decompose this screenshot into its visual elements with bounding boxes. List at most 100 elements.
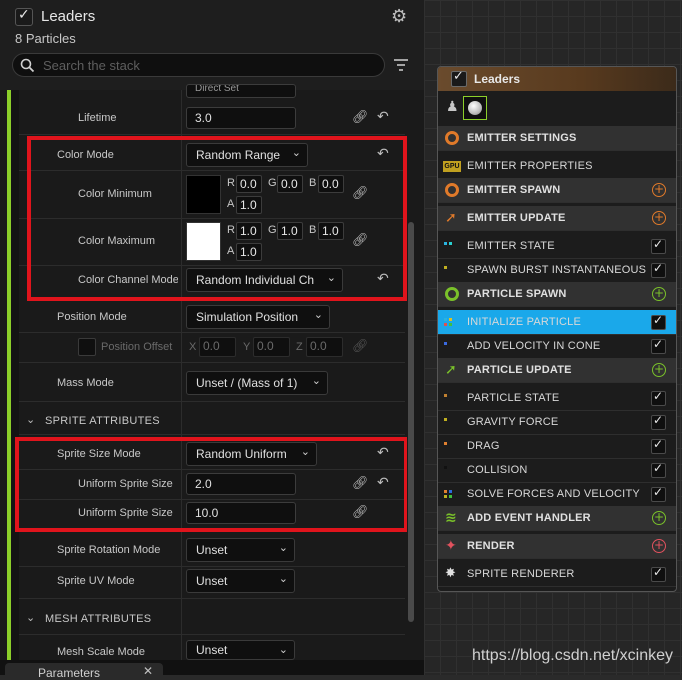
module-dots-icon [444, 442, 454, 450]
emitter-details-panel: Leaders 8 Particles ⚙ Search the stack D… [0, 0, 424, 680]
stack-item[interactable]: PARTICLE STATE [438, 386, 676, 410]
module-enabled-checkbox[interactable] [651, 485, 666, 502]
module-dots-icon [444, 466, 454, 474]
module-dots-icon [444, 394, 454, 402]
sprite-uv-mode-dropdown[interactable]: Unset ⌄ [186, 569, 295, 593]
gear-icon[interactable]: ⚙ [391, 6, 407, 27]
chevron-down-icon: ⌄ [278, 572, 288, 585]
module-enabled-checkbox[interactable] [651, 313, 666, 330]
sprite-rotation-mode-dropdown[interactable]: Unset ⌄ [186, 538, 295, 562]
module-enabled-checkbox[interactable] [651, 565, 666, 582]
stack-item[interactable]: SPAWN BURST INSTANTANEOUS [438, 258, 676, 282]
stack-item[interactable]: INITIALIZE PARTICLE [438, 310, 676, 334]
module-dots-icon [444, 342, 454, 350]
lifetime-value: 3.0 [195, 111, 212, 125]
module-enabled-checkbox[interactable] [651, 337, 666, 354]
node-enabled-checkbox[interactable]: ✓ [451, 69, 467, 87]
parameters-tab[interactable]: Parameters ✕ [5, 663, 163, 680]
add-module-icon[interactable]: + [652, 511, 666, 525]
emitter-properties-icon[interactable]: ♟ [446, 99, 459, 115]
lifetime-label: Lifetime [78, 112, 117, 124]
link-icon[interactable]: 🔗︎ [352, 339, 369, 354]
stack-section[interactable]: ≋ + ADD EVENT HANDLER [438, 506, 676, 530]
add-module-icon[interactable]: + [652, 183, 666, 197]
clipped-combo[interactable]: Direct Set [186, 84, 296, 98]
stack-row-divider [438, 530, 676, 531]
module-enabled-checkbox[interactable] [651, 237, 666, 254]
highlight-box-sprite [15, 437, 408, 532]
preview-thumbnail[interactable] [463, 96, 487, 120]
stack-item[interactable]: ADD VELOCITY IN CONE [438, 334, 676, 358]
emitter-node[interactable]: ✓ Leaders ♟ EMITTER SETTINGS GPU EMITTER P… [437, 66, 677, 592]
reset-icon[interactable]: ↶ [377, 109, 389, 125]
stack-section[interactable]: ➚ + EMITTER UPDATE [438, 206, 676, 230]
add-module-icon[interactable]: + [652, 287, 666, 301]
position-offset-y-value: 0.0 [257, 339, 274, 353]
stack-item[interactable]: GRAVITY FORCE [438, 410, 676, 434]
axis-x-label: X [189, 341, 197, 353]
stack-item[interactable]: DRAG [438, 434, 676, 458]
stack-item[interactable]: COLLISION [438, 458, 676, 482]
clipped-combo-value: Direct Set [195, 84, 239, 94]
mass-mode-value: Unset / (Mass of 1) [196, 376, 298, 390]
sprite-uv-mode-value: Unset [196, 574, 228, 588]
module-enabled-checkbox[interactable] [651, 389, 666, 406]
mesh-scale-mode-value: Unset [196, 643, 228, 657]
link-icon[interactable]: 🔗︎ [352, 110, 369, 125]
row-separator [19, 434, 405, 435]
panel-header: Leaders 8 Particles ⚙ Search the stack [0, 0, 424, 90]
module-enabled-checkbox[interactable] [651, 261, 666, 278]
stack-item[interactable]: EMITTER STATE [438, 234, 676, 258]
stack-row-label: ADD EVENT HANDLER [467, 512, 591, 524]
section-icon [445, 131, 459, 145]
module-enabled-checkbox[interactable] [651, 461, 666, 478]
chevron-down-icon[interactable]: ⌄ [26, 413, 35, 426]
stack-section[interactable]: + EMITTER SPAWN [438, 178, 676, 202]
stack-row-label: RENDER [467, 540, 515, 552]
sprite-icon: ✸ [445, 566, 456, 581]
gpu-icon: GPU [443, 161, 461, 172]
row-separator [19, 362, 405, 363]
filter-icon[interactable] [393, 58, 409, 72]
module-enabled-checkbox[interactable] [651, 413, 666, 430]
stack-item[interactable]: ✸ SPRITE RENDERER [438, 562, 676, 586]
parameters-tab-label: Parameters [38, 666, 101, 680]
stack-section[interactable]: ✦ + RENDER [438, 534, 676, 558]
position-offset-y-input[interactable]: 0.0 [253, 337, 290, 357]
row-separator [19, 134, 405, 135]
emitter-node-header[interactable]: ✓ Leaders [438, 67, 676, 91]
scrollbar-thumb[interactable] [408, 222, 414, 622]
node-thumbnail-row: ♟ [438, 91, 676, 127]
section-icon: ✦ [445, 538, 457, 554]
mesh-attributes-header: MESH ATTRIBUTES [45, 613, 152, 625]
position-offset-z-input[interactable]: 0.0 [306, 337, 343, 357]
search-input[interactable]: Search the stack [12, 53, 385, 77]
module-enabled-checkbox[interactable] [651, 437, 666, 454]
add-module-icon[interactable]: + [652, 363, 666, 377]
chevron-down-icon: ⌄ [311, 374, 321, 387]
row-separator [19, 598, 405, 599]
add-module-icon[interactable]: + [652, 211, 666, 225]
stack-row-divider [438, 558, 676, 559]
position-mode-dropdown[interactable]: Simulation Position ⌄ [186, 305, 330, 329]
mass-mode-dropdown[interactable]: Unset / (Mass of 1) ⌄ [186, 371, 328, 395]
stack-item[interactable]: GPU EMITTER PROPERTIES [438, 154, 676, 178]
stack-row-label: SPRITE RENDERER [467, 568, 575, 580]
position-offset-x-input[interactable]: 0.0 [199, 337, 236, 357]
chevron-down-icon[interactable]: ⌄ [26, 611, 35, 624]
stack-section[interactable]: EMITTER SETTINGS [438, 126, 676, 150]
close-icon[interactable]: ✕ [143, 664, 153, 678]
position-offset-checkbox[interactable] [78, 338, 96, 356]
stack-row-label: COLLISION [467, 464, 528, 476]
stack-section[interactable]: + PARTICLE SPAWN [438, 282, 676, 306]
watermark: https://blog.csdn.net/xcinkey [472, 647, 673, 664]
emitter-enabled-checkbox[interactable] [15, 7, 33, 26]
stack-row-divider [438, 202, 676, 203]
lifetime-input[interactable]: 3.0 [186, 107, 296, 129]
stack-section[interactable]: ➚ + PARTICLE UPDATE [438, 358, 676, 382]
mesh-scale-mode-dropdown[interactable]: Unset ⌄ [186, 640, 295, 660]
mesh-scale-mode-label: Mesh Scale Mode [57, 646, 146, 658]
stack-row-label: EMITTER UPDATE [467, 212, 566, 224]
add-module-icon[interactable]: + [652, 539, 666, 553]
stack-item[interactable]: SOLVE FORCES AND VELOCITY [438, 482, 676, 506]
